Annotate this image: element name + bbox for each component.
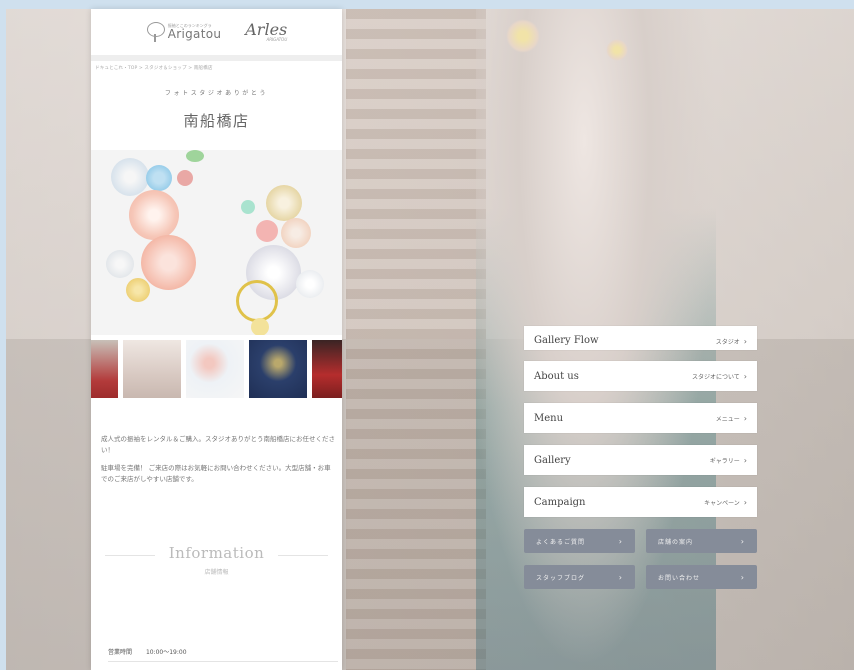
sub-button-label: よくあるご質問 <box>536 538 586 546</box>
thumbnail-image[interactable] <box>186 340 244 398</box>
paper-fan <box>129 190 179 240</box>
breadcrumb[interactable]: ドキュとこれ・TOP > スタジオ＆ショップ > 南船橋店 <box>91 61 342 71</box>
chevron-right-icon: › <box>743 337 747 346</box>
background-wood-shutter <box>346 9 486 670</box>
intro-paragraph: 駐車場を完備！ ご来店の際はお気軽にお問い合わせください。大型店舗・お車でのご来… <box>101 464 331 483</box>
sub-button-label: 店舗の案内 <box>658 538 694 546</box>
menu-item-jp: キャンペーン <box>704 499 740 507</box>
logo-bar: 振袖とこのランキングラ Arigatou Arles ARIGATOU <box>91 9 342 61</box>
paper-fan <box>296 270 324 298</box>
paper-fan <box>241 200 255 214</box>
paper-fan <box>126 278 150 302</box>
store-intro: 成人式の振袖をレンタル＆ご購入。スタジオありがとう南船橋店にお任せください！ 駐… <box>101 434 336 492</box>
paper-fan <box>281 218 311 248</box>
menu-item-jp: ギャラリー <box>709 457 740 465</box>
arles-logo[interactable]: Arles ARIGATOU <box>245 22 287 42</box>
business-hours-value: 10:00〜19:00 <box>145 649 187 656</box>
menu-item-label: Gallery <box>534 454 571 466</box>
sub-button-label: スタッフブログ <box>536 574 586 582</box>
divider <box>278 555 328 556</box>
arles-logo-name: Arles <box>245 20 288 39</box>
chevron-right-icon: › <box>740 572 745 582</box>
intro-paragraph: 成人式の振袖をレンタル＆ご購入。スタジオありがとう南船橋店にお任せください！ <box>101 435 335 454</box>
information-title: Information <box>168 544 265 562</box>
thumbnail-image[interactable] <box>249 340 307 398</box>
paper-fan <box>146 165 172 191</box>
menu-item-jp: メニュー <box>715 415 740 423</box>
sub-button-label: お問い合わせ <box>658 574 701 582</box>
menu-item-partial[interactable]: Gallery Flow スタジオ › <box>524 326 757 350</box>
menu-item-label: About us <box>534 370 579 382</box>
tree-logo-icon <box>146 22 165 42</box>
menu-item-label: Campaign <box>534 496 586 508</box>
menu-item-jp: スタジオについて <box>691 373 740 381</box>
paper-fan <box>106 250 134 278</box>
paper-fan <box>266 185 302 221</box>
menu-item-label: Menu <box>534 412 564 424</box>
paper-fan <box>186 150 204 162</box>
faq-button[interactable]: よくあるご質問 › <box>524 529 635 553</box>
chevron-right-icon: › <box>743 497 747 507</box>
paper-fan <box>111 158 149 196</box>
menu-item-jp: スタジオ <box>715 339 740 346</box>
thumbnail-image[interactable] <box>123 340 181 398</box>
logo-name: Arigatou <box>167 27 222 41</box>
information-section-header: Information 店舗情報 <box>91 544 342 576</box>
paper-fan <box>141 235 196 290</box>
paper-fan <box>177 170 193 186</box>
store-name: 南船橋店 <box>183 112 250 130</box>
paper-fan <box>251 318 269 335</box>
information-subtitle: 店舗情報 <box>204 569 229 576</box>
chevron-right-icon: › <box>618 536 623 546</box>
thumbnail-strip <box>91 340 342 398</box>
thumbnail-image[interactable] <box>312 340 342 398</box>
menu-item-campaign[interactable]: Campaign キャンペーン › <box>524 487 757 517</box>
menu-item-gallery[interactable]: Gallery ギャラリー › <box>524 445 757 475</box>
menu-item-menu[interactable]: Menu メニュー › <box>524 403 757 433</box>
chevron-right-icon: › <box>740 536 745 546</box>
menu-item-label: Gallery Flow <box>534 335 599 346</box>
store-guide-button[interactable]: 店舗の案内 › <box>646 529 757 553</box>
paper-fan <box>256 220 278 242</box>
staff-blog-button[interactable]: スタッフブログ › <box>524 565 635 589</box>
hero-image <box>91 150 342 335</box>
thumbnail-image[interactable] <box>91 340 118 398</box>
store-subtitle: フォトスタジオありがとう <box>164 90 269 97</box>
menu-item-about[interactable]: About us スタジオについて › <box>524 361 757 391</box>
paper-fan <box>236 280 278 322</box>
arles-logo-tagline: ARIGATOU <box>266 37 288 42</box>
chevron-right-icon: › <box>743 455 747 465</box>
hair-flower-decoration <box>606 39 628 61</box>
chevron-right-icon: › <box>618 572 623 582</box>
chevron-right-icon: › <box>743 413 747 423</box>
contact-button[interactable]: お問い合わせ › <box>646 565 757 589</box>
business-hours-row: 営業時間 10:00〜19:00 <box>108 647 338 662</box>
hair-flower-decoration <box>506 19 540 53</box>
divider <box>105 555 155 556</box>
arigatou-logo[interactable]: 振袖とこのランキングラ Arigatou <box>146 22 222 42</box>
chevron-right-icon: › <box>743 371 747 381</box>
mobile-page-panel: 振袖とこのランキングラ Arigatou Arles ARIGATOU ドキュと… <box>91 9 342 670</box>
business-hours-label: 営業時間 <box>108 649 133 656</box>
